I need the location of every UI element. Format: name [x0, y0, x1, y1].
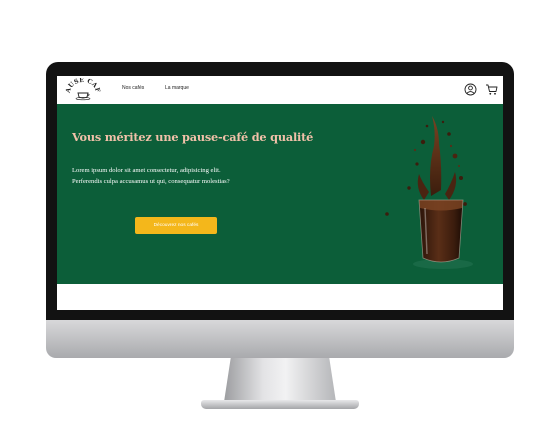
page-content-below-hero	[57, 284, 503, 310]
discover-coffees-button[interactable]: Découvrez nos cafés	[135, 217, 217, 234]
cart-icon[interactable]	[485, 83, 498, 96]
monitor: PAUSE CAFÉ Nos cafés La marque	[46, 62, 514, 358]
coffee-splash-image	[385, 116, 473, 269]
navbar: PAUSE CAFÉ Nos cafés La marque	[57, 76, 503, 104]
website-screen: PAUSE CAFÉ Nos cafés La marque	[57, 76, 503, 310]
monitor-bezel: PAUSE CAFÉ Nos cafés La marque	[46, 62, 514, 320]
nav-link-nos-cafes[interactable]: Nos cafés	[122, 85, 144, 91]
hero-title: Vous méritez une pause-café de qualité	[72, 130, 314, 144]
monitor-stand-base	[201, 400, 359, 409]
hero-description: Lorem ipsum dolor sit amet consectetur, …	[72, 165, 230, 187]
hero-text-line-1: Lorem ipsum dolor sit amet consectetur, …	[72, 167, 221, 174]
monitor-stand-neck	[224, 358, 336, 402]
nav-link-la-marque[interactable]: La marque	[165, 85, 189, 91]
hero-section: Vous méritez une pause-café de qualité L…	[57, 104, 503, 284]
monitor-chin	[46, 320, 514, 358]
logo[interactable]: PAUSE CAFÉ	[65, 78, 101, 102]
user-icon[interactable]	[464, 83, 477, 96]
svg-text:PAUSE CAFÉ: PAUSE CAFÉ	[65, 78, 101, 95]
hero-text-line-2: Perferendis culpa accusamus ut qui, cons…	[72, 178, 230, 185]
logo-text: PAUSE CAFÉ	[65, 78, 101, 95]
mockup-stage: PAUSE CAFÉ Nos cafés La marque	[0, 0, 559, 447]
